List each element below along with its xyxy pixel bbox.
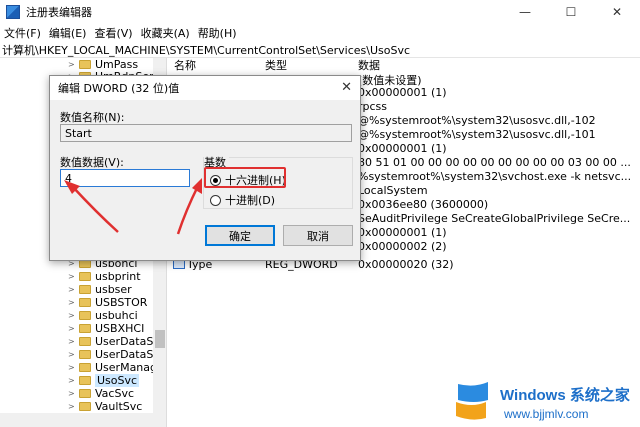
arrow-to-hex-radio <box>176 178 202 235</box>
arrow-to-data-input <box>64 180 119 233</box>
watermark-brand: Windows 系统之家 <box>500 387 630 404</box>
windows-logo-icon <box>456 382 488 420</box>
site-watermark: Windows 系统之家 www.bjjmlv.com <box>452 376 640 427</box>
annotation-arrows <box>64 178 202 235</box>
watermark-url: www.bjjmlv.com <box>504 407 589 421</box>
